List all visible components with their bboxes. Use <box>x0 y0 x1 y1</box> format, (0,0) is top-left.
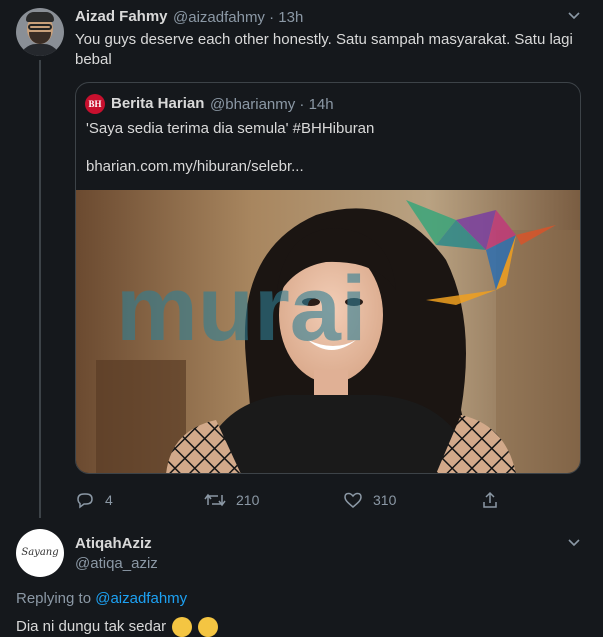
avatar-shirt <box>20 44 60 56</box>
quoted-tweet[interactable]: BH Berita Harian @bharianmy · 14h 'Saya … <box>75 82 581 474</box>
image-watermark: murai <box>116 258 367 360</box>
replying-label: Replying to <box>16 590 92 607</box>
share-button[interactable] <box>480 488 510 512</box>
quote-logo: BH <box>85 94 105 114</box>
reply-count: 4 <box>105 492 113 508</box>
quote-text: 'Saya sedia terima dia semula' #BHHibura… <box>86 120 375 137</box>
tweet-handle-time[interactable]: @aizadfahmy · 13h <box>173 9 303 26</box>
reply-avatar[interactable]: Sayang <box>16 529 64 577</box>
share-icon <box>483 491 497 508</box>
reply-button[interactable]: 4 <box>75 488 113 512</box>
thread-line <box>39 60 41 518</box>
chevron-down-icon[interactable] <box>567 8 581 25</box>
retweet-button[interactable]: 210 <box>204 488 259 512</box>
quote-handle-time: @bharianmy · 14h <box>210 96 334 113</box>
retweet-icon <box>204 493 226 507</box>
reply-tweet[interactable]: Sayang AtiqahAziz @atiqa_aziz Replying t… <box>0 525 603 637</box>
quote-link[interactable]: bharian.com.my/hiburan/selebr... <box>86 158 304 175</box>
avatar[interactable] <box>16 8 64 56</box>
tweet-actions: 4 210 310 <box>75 488 505 512</box>
avatar-hair <box>26 12 54 22</box>
like-icon <box>344 492 362 508</box>
replying-to: Replying to @aizadfahmy <box>16 590 187 607</box>
quote-author-name: Berita Harian <box>111 95 205 112</box>
retweet-count: 210 <box>236 492 260 508</box>
reply-author-name[interactable]: AtiqahAziz <box>75 535 152 552</box>
replying-mention[interactable]: @aizadfahmy <box>95 590 187 607</box>
avatar-glasses <box>28 24 52 30</box>
reply-author-handle[interactable]: @atiqa_aziz <box>75 555 158 572</box>
emoji-icon <box>198 617 219 637</box>
like-button[interactable]: 310 <box>343 488 396 512</box>
avatar-beard <box>29 32 51 44</box>
tweet-author-name[interactable]: Aizad Fahmy <box>75 8 168 25</box>
reply-icon <box>77 493 93 509</box>
reply-text-content: Dia ni dungu tak sedar <box>16 617 167 635</box>
like-count: 310 <box>373 492 397 508</box>
chevron-down-icon[interactable] <box>567 535 581 552</box>
quote-image[interactable]: murai <box>76 190 580 474</box>
tweet-text: You guys deserve each other honestly. Sa… <box>75 31 573 68</box>
emoji-icon <box>172 617 193 637</box>
reply-text: Dia ni dungu tak sedar <box>16 617 219 637</box>
